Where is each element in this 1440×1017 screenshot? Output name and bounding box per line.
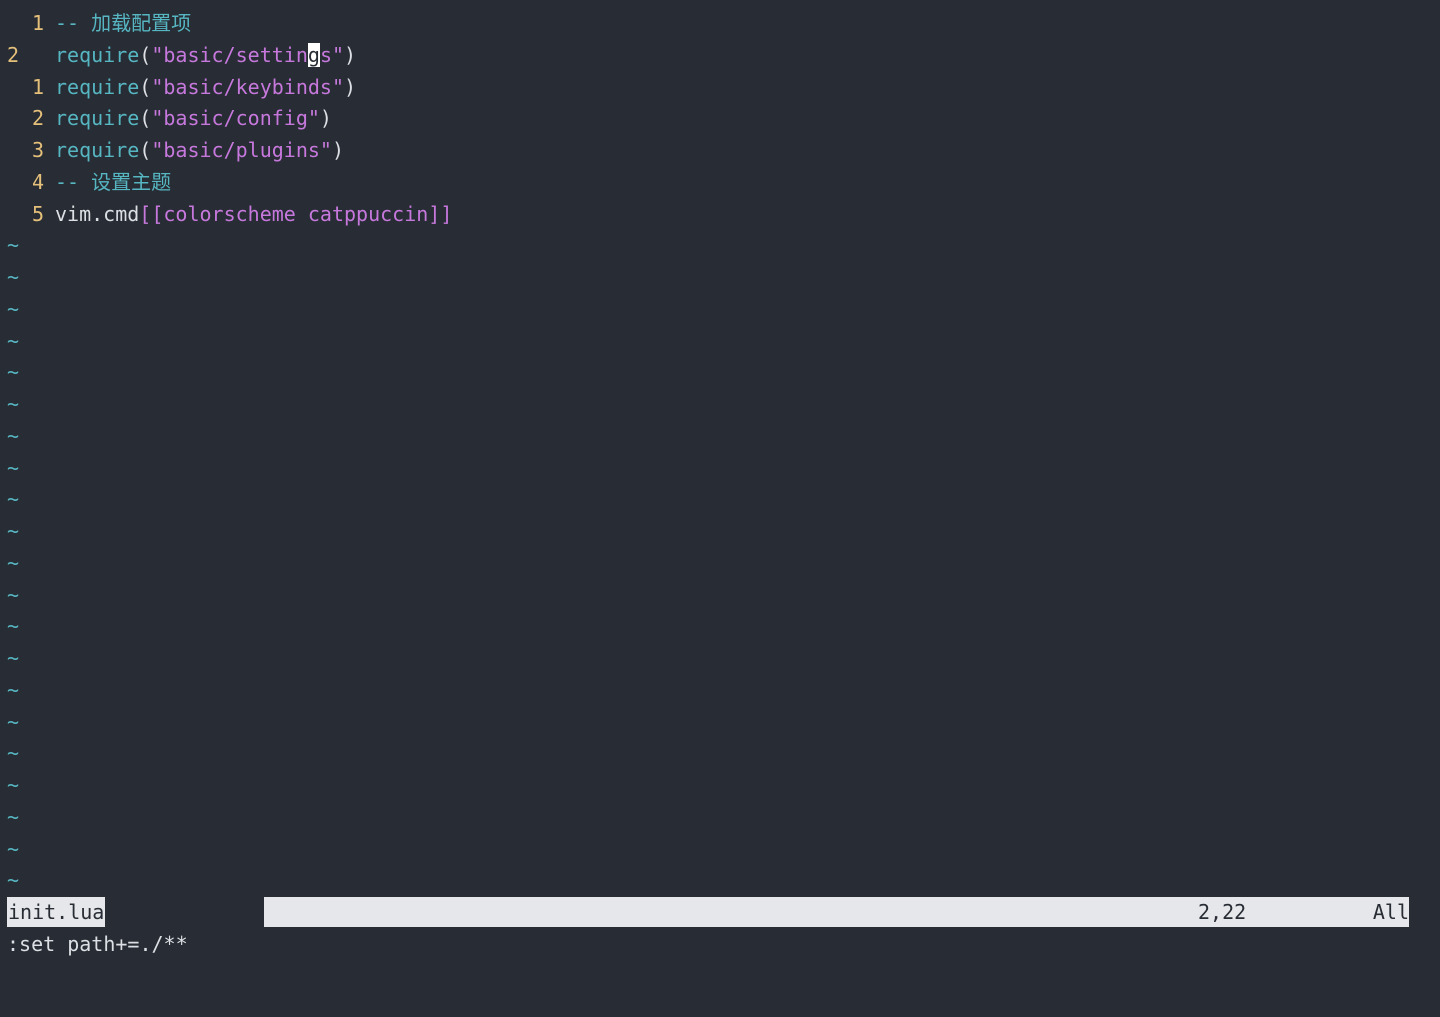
code-line[interactable]: 1 -- 加载配置项 [0, 8, 1440, 40]
line-number: 2 [7, 42, 20, 67]
empty-line: ~ [0, 580, 1440, 612]
code-line[interactable]: 2 require("basic/config") [0, 103, 1440, 135]
empty-line: ~ [0, 421, 1440, 453]
code-token: vim.cmd [55, 201, 140, 226]
code-token: "basic/settin [151, 42, 308, 67]
line-content: require("basic/plugins") [55, 135, 344, 167]
code-token: [[colorscheme catppuccin]] [139, 201, 453, 226]
code-token: ) [344, 74, 357, 99]
empty-line: ~ [0, 611, 1440, 643]
line-content: require("basic/keybinds") [55, 72, 356, 104]
code-line[interactable]: 3 require("basic/plugins") [0, 135, 1440, 167]
status-cursor-position: 2,22 [1198, 900, 1247, 924]
code-token: s" [319, 42, 345, 67]
empty-line: ~ [0, 770, 1440, 802]
tilde-marker: ~ [7, 614, 20, 639]
code-token: ) [319, 106, 332, 131]
tilde-marker: ~ [7, 360, 20, 385]
empty-line: ~ [0, 738, 1440, 770]
line-number: 5 [31, 201, 44, 226]
line-number: 2 [31, 106, 44, 131]
tilde-marker: ~ [7, 773, 20, 797]
code-line[interactable]: 2 require("basic/settings") [0, 40, 1440, 72]
tilde-marker: ~ [7, 709, 20, 734]
line-content: -- 设置主题 [55, 167, 171, 199]
empty-line: ~ [0, 357, 1440, 389]
status-bar-fill: 2,22 All [264, 897, 1409, 927]
tilde-marker: ~ [7, 646, 20, 670]
tilde-marker: ~ [7, 233, 20, 258]
code-token: -- 加载配置项 [55, 11, 192, 35]
code-token: ) [344, 42, 357, 67]
line-number: 4 [31, 169, 44, 194]
tilde-marker: ~ [7, 455, 20, 480]
empty-line: ~ [0, 230, 1440, 262]
empty-line: ~ [0, 294, 1440, 326]
code-line[interactable]: 1 require("basic/keybinds") [0, 72, 1440, 104]
empty-line: ~ [0, 643, 1440, 675]
empty-line: ~ [0, 675, 1440, 707]
tilde-marker: ~ [7, 519, 20, 543]
empty-line: ~ [0, 516, 1440, 548]
empty-line: ~ [0, 262, 1440, 294]
empty-line: ~ [0, 707, 1440, 739]
code-token: "basic/config" [151, 106, 320, 131]
empty-line: ~ [0, 389, 1440, 421]
code-token: require [55, 138, 140, 162]
code-token: require [55, 74, 140, 99]
tilde-marker: ~ [7, 423, 20, 448]
empty-line: ~ [0, 326, 1440, 358]
code-line[interactable]: 4 -- 设置主题 [0, 167, 1440, 199]
status-line: init.lua 2,22 All [7, 897, 1409, 927]
code-token: ( [139, 74, 152, 99]
empty-line: ~ [0, 453, 1440, 485]
command-line[interactable]: :set path+=./** [7, 929, 188, 959]
empty-line: ~ [0, 802, 1440, 834]
code-line[interactable]: 5 vim.cmd[[colorscheme catppuccin]] [0, 199, 1440, 231]
code-token: "basic/plugins" [151, 138, 332, 162]
tilde-marker: ~ [7, 836, 20, 861]
empty-line: ~ [0, 865, 1440, 897]
tilde-marker: ~ [7, 550, 20, 575]
line-content: vim.cmd[[colorscheme catppuccin]] [55, 199, 452, 231]
status-scroll-percent: All [1372, 900, 1409, 924]
code-token: ( [139, 138, 152, 162]
line-number: 3 [31, 138, 44, 162]
tilde-marker: ~ [7, 582, 20, 607]
code-token: require [55, 42, 140, 67]
tilde-marker: ~ [7, 265, 20, 289]
empty-line: ~ [0, 834, 1440, 866]
code-token: "basic/keybinds" [151, 74, 344, 99]
empty-line: ~ [0, 548, 1440, 580]
tilde-marker: ~ [7, 677, 20, 702]
tilde-marker: ~ [7, 392, 20, 416]
code-token: require [55, 106, 140, 131]
line-content: require("basic/settings") [55, 40, 356, 72]
text-cursor: g [307, 42, 320, 67]
line-number: 1 [31, 11, 44, 35]
line-content: require("basic/config") [55, 103, 332, 135]
editor-buffer[interactable]: 1 -- 加载配置项 2 require("basic/settings") 1 requ… [0, 8, 1440, 897]
tilde-marker: ~ [7, 868, 20, 893]
empty-line: ~ [0, 484, 1440, 516]
tilde-marker: ~ [7, 296, 20, 321]
code-token: ( [139, 42, 152, 67]
code-token: -- 设置主题 [55, 169, 172, 194]
tilde-marker: ~ [7, 804, 20, 829]
tilde-marker: ~ [7, 328, 20, 353]
status-filename: init.lua [7, 897, 106, 927]
line-number: 1 [31, 74, 44, 99]
code-token: ) [331, 138, 345, 162]
tilde-marker: ~ [7, 487, 20, 512]
code-token: ( [139, 106, 152, 131]
line-content: -- 加载配置项 [55, 8, 191, 40]
tilde-marker: ~ [7, 741, 20, 766]
